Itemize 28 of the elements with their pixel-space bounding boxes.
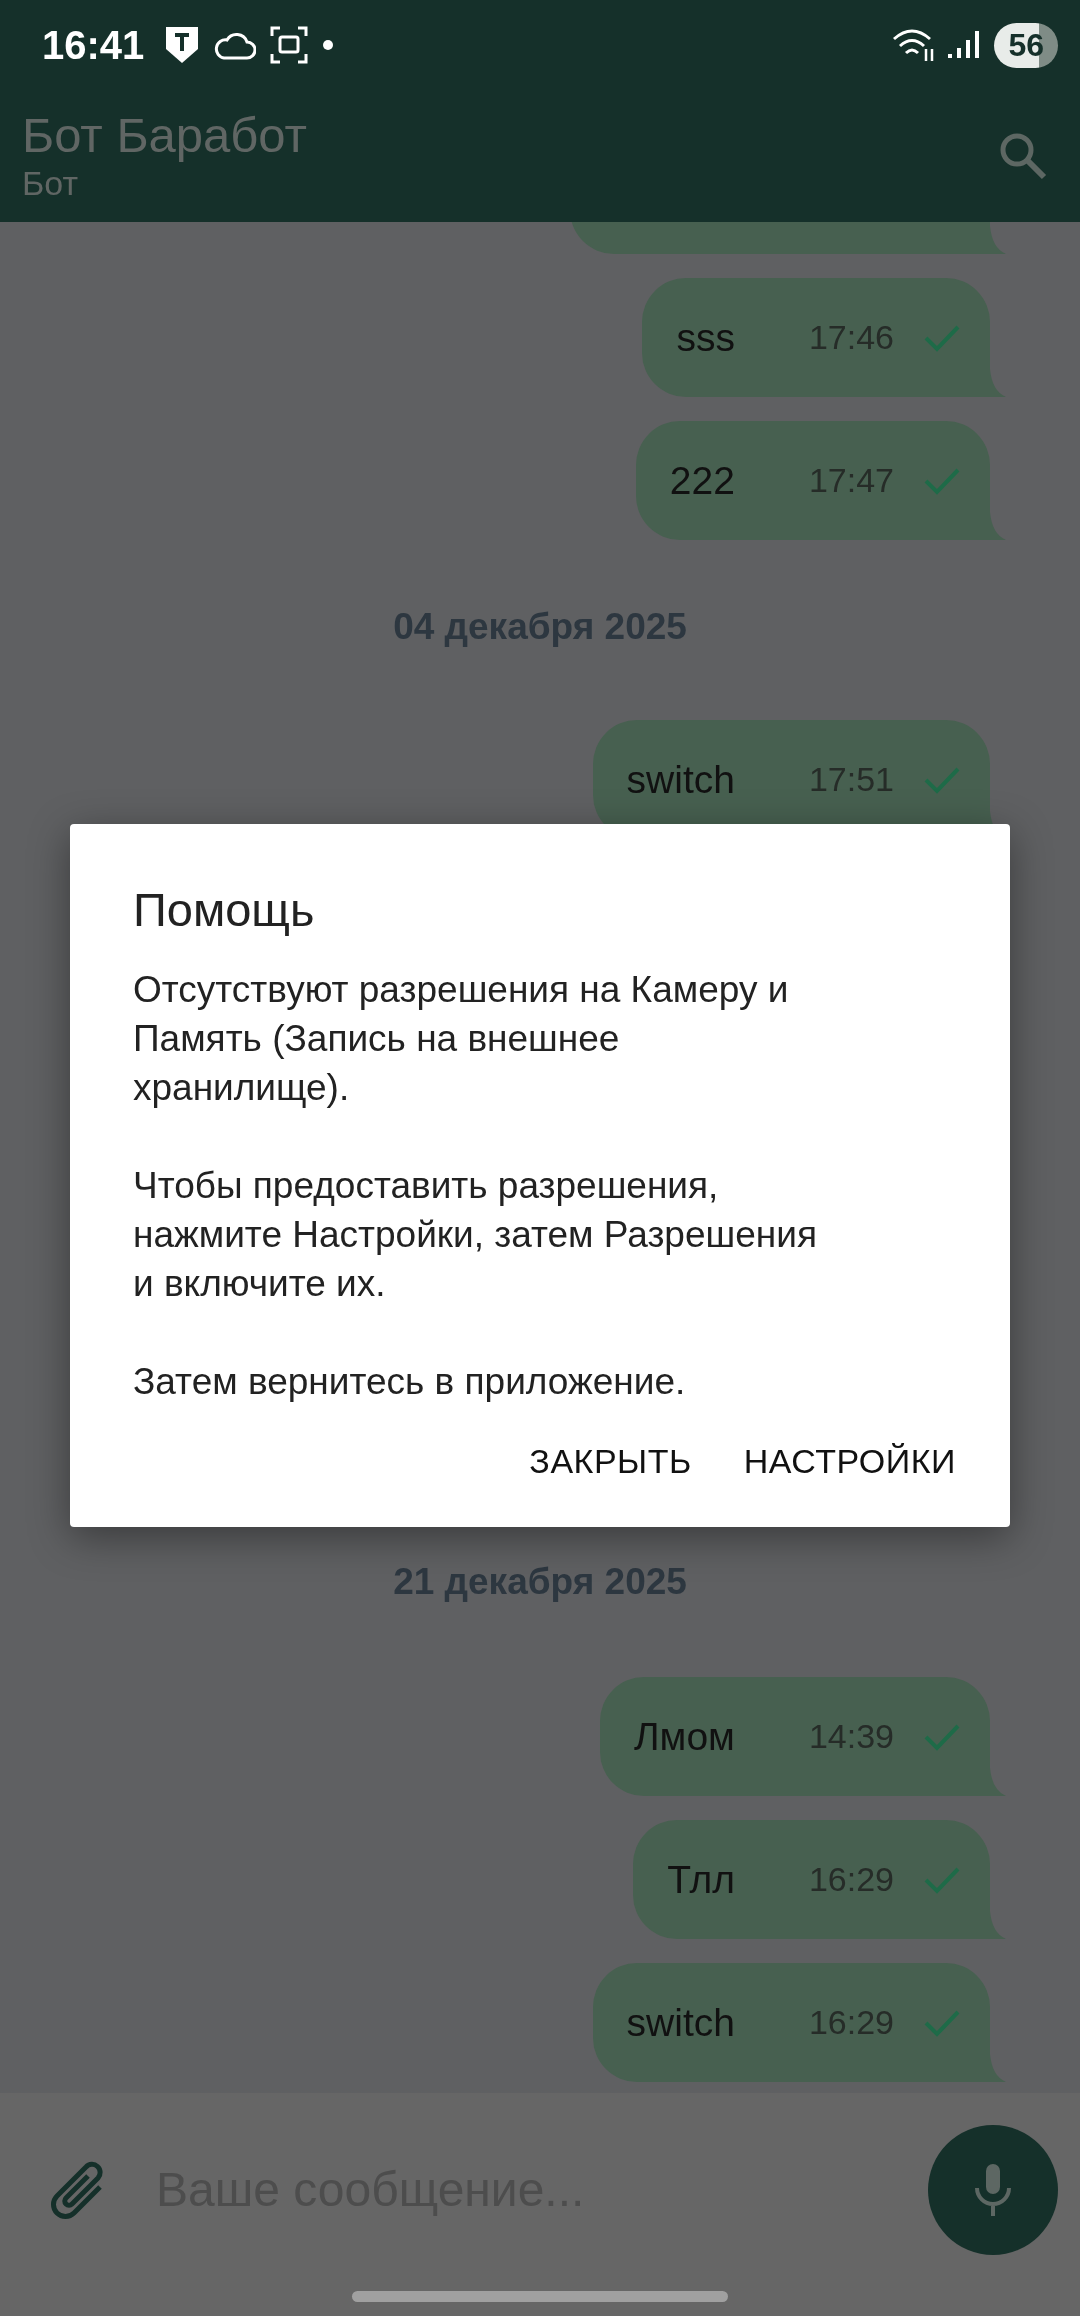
battery-level: 56 bbox=[994, 22, 1058, 68]
check-icon bbox=[924, 2008, 960, 2037]
dialog-title: Помощь bbox=[133, 882, 316, 937]
check-icon bbox=[924, 1865, 960, 1894]
dialog-message: Отсутствуют разрешения на Камеру и Память (Запись на внешнее хранилище). bbox=[133, 968, 790, 1110]
check-icon bbox=[924, 1722, 960, 1751]
check-icon bbox=[924, 466, 960, 495]
dialog-message: Чтобы предоставить разрешения, нажмите Настройки, затем Разрешения и включите их. bbox=[133, 1164, 818, 1306]
search-icon[interactable] bbox=[998, 131, 1048, 181]
dot-icon bbox=[322, 39, 335, 51]
dialog-button[interactable]: ЗАКРЫТЬ bbox=[507, 1428, 714, 1495]
message-text: switch bbox=[626, 757, 735, 802]
shield-icon bbox=[164, 25, 201, 65]
screenshot-icon bbox=[270, 26, 309, 64]
check-icon bbox=[924, 765, 960, 794]
message-text: Лмом bbox=[634, 1714, 735, 1759]
message-text: 222 bbox=[669, 458, 735, 503]
chat-subtitle: Бот bbox=[22, 162, 80, 204]
dialog-button[interactable]: НАСТРОЙКИ bbox=[721, 1428, 978, 1495]
message-text: Тлл bbox=[667, 1857, 735, 1902]
microphone-icon bbox=[973, 2161, 1013, 2218]
cloud-icon bbox=[214, 30, 257, 60]
dialog-message: Затем вернитесь в приложение. bbox=[133, 1360, 687, 1404]
chat-title: Бот Баработ bbox=[22, 108, 308, 163]
message-text: sss bbox=[676, 315, 735, 360]
message-text: switch bbox=[626, 2000, 735, 2045]
status-time: 16:41 bbox=[42, 22, 145, 68]
check-icon bbox=[924, 323, 960, 352]
